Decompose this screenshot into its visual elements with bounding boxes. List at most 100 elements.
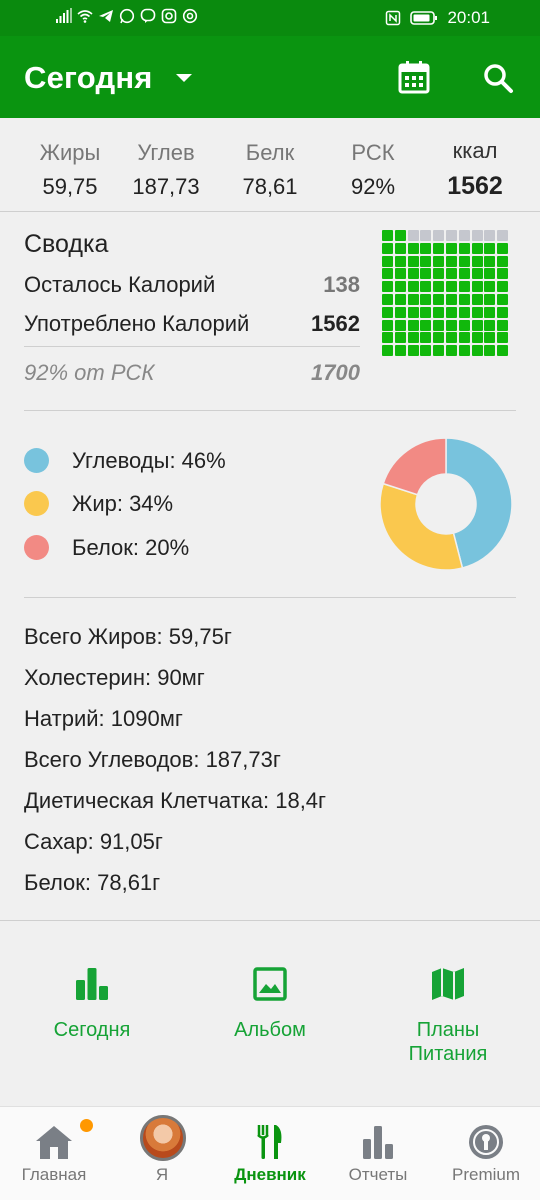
grid-cell [382,230,393,241]
grid-cell [484,306,496,318]
grid-cell [446,319,457,331]
grid-cell [433,268,445,280]
macro-kcal-value: 1562 [447,172,503,200]
grid-cell [497,230,509,241]
grid-cell [394,268,406,280]
grid-cell [497,306,509,318]
nav-item-me[interactable]: Я [108,1107,216,1200]
app-bar: Сегодня [0,36,540,118]
grid-cell [446,345,457,357]
image-icon [253,967,287,1001]
home-icon [36,1126,72,1159]
nav-item-home[interactable]: Главная [0,1107,108,1200]
status-bar: 20:01 [0,0,540,36]
macro-fat-label: Жиры [39,140,101,165]
grid-cell [484,255,496,267]
grid-cell [382,281,393,293]
legend-label-fat: Жир: 34% [72,491,174,516]
grid-cell [446,294,457,305]
nav-label-diary: Дневник [234,1165,306,1184]
grid-cell [433,281,445,293]
search-icon[interactable] [482,62,514,94]
macro-carbs-label: Углев [137,140,195,165]
macro-rdi-label: РСК [351,140,395,165]
donut-slice-2 [382,437,447,496]
grid-cell [420,332,432,344]
nutrient-protein: Белок: 78,61г [24,870,161,895]
wifi-icon [77,10,93,23]
nav-item-premium[interactable]: Premium [432,1107,540,1200]
grid-cell [433,242,445,254]
grid-cell [407,345,419,357]
telegram-icon [99,10,113,22]
page-title[interactable]: Сегодня [24,60,153,96]
grid-cell [420,319,432,331]
signal-icon [56,8,72,23]
nutrient-sugar: Сахар: 91,05г [24,829,163,854]
quick-action-album-label: Альбом [234,1019,306,1041]
at-icon [182,8,198,24]
grid-cell [407,255,419,267]
grid-cell [407,281,419,293]
grid-cell [458,230,470,241]
status-time: 20:01 [447,8,490,27]
grid-cell [446,268,457,280]
grid-cell [394,294,406,305]
status-icons-right: 20:01 [385,8,490,28]
nav-item-reports[interactable]: Отчеты [324,1107,432,1200]
macro-rdi-value: 92% [350,174,396,199]
grid-cell [497,294,509,305]
grid-cell [484,332,496,344]
grid-cell [484,319,496,331]
bar-chart-icon [76,968,108,1000]
grid-cell [382,255,393,267]
macro-kcal-label: ккал [452,138,498,163]
grid-cell [471,281,483,293]
grid-cell [433,306,445,318]
grid-cell [458,319,470,331]
dropdown-icon[interactable] [176,74,192,82]
legend-item-fat: Жир: 34% [24,489,324,519]
grid-cell [407,268,419,280]
macro-protein-value: 78,61 [242,174,298,199]
reports-icon [363,1126,393,1159]
rdi-target-value: 1700 [311,360,360,385]
grid-cell [446,242,457,254]
notification-badge [80,1119,93,1132]
grid-cell [497,345,509,357]
grid-cell [458,345,470,357]
grid-cell [471,255,483,267]
grid-cell [471,345,483,357]
grid-cell [458,268,470,280]
grid-cell [471,294,483,305]
macro-protein-label: Белк [245,140,295,165]
grid-cell [394,332,406,344]
nav-label-premium: Premium [451,1165,520,1184]
macro-legend: Углеводы: 46% Жир: 34% Белок: 20% [24,436,344,576]
quick-action-today-label: Сегодня [53,1019,131,1041]
calendar-icon[interactable] [398,60,430,94]
grid-cell [420,242,432,254]
grid-cell [420,306,432,318]
nutrient-total-fat: Всего Жиров: 59,75г [24,624,232,649]
rdi-percent-label: 92% от РСК [24,360,155,385]
grid-cell [382,268,393,280]
grid-cell [407,242,419,254]
legend-dot-fat [24,491,49,516]
nav-item-diary[interactable]: Дневник [216,1107,324,1200]
grid-cell [382,242,393,254]
grid-cell [484,242,496,254]
grid-cell [407,230,419,241]
consumed-calories-value: 1562 [311,311,360,336]
grid-cell [471,230,483,241]
battery-icon [410,11,438,25]
nutrient-total-carbs: Всего Углеводов: 187,73г [24,747,281,772]
grid-cell [484,294,496,305]
grid-cell [458,294,470,305]
grid-cell [484,268,496,280]
section-divider [0,920,540,921]
grid-cell [420,281,432,293]
grid-cell [382,332,393,344]
nutrient-fiber: Диетическая Клетчатка: 18,4г [24,788,327,813]
grid-cell [394,255,406,267]
